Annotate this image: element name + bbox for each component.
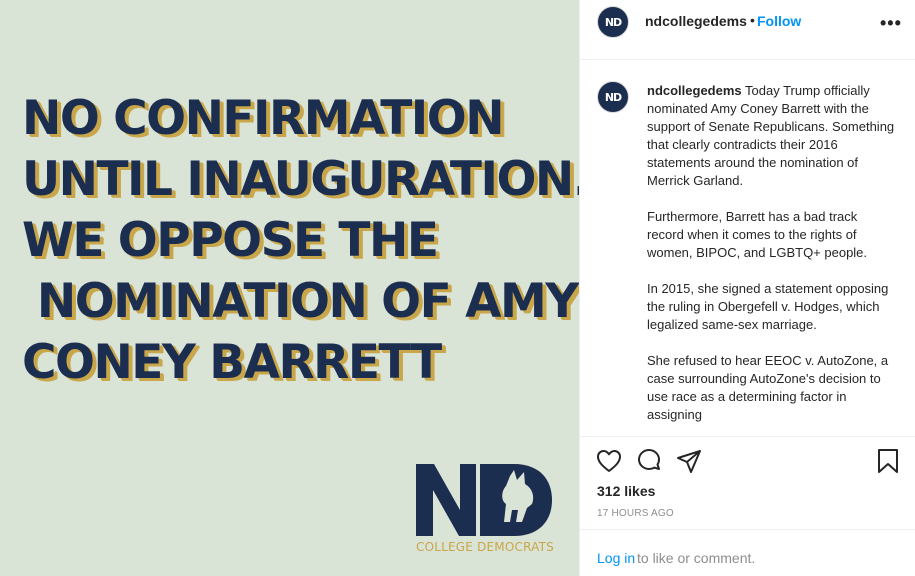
likes-count[interactable]: 312 likes (597, 483, 655, 499)
headline-line: UNTIL INAUGURATION. (22, 152, 579, 207)
caption-paragraph: Furthermore, Barrett has a bad track rec… (647, 209, 868, 260)
post-side-panel: ND ndcollegedems • Follow ••• ND ndcolle… (579, 0, 915, 576)
more-options-icon[interactable]: ••• (880, 13, 902, 34)
caption-text: ndcollegedems Today Trump officially nom… (647, 82, 895, 436)
headline-line: NOMINATION OF AMY (22, 274, 579, 329)
separator-dot: • (750, 12, 755, 28)
comment-icon[interactable] (635, 447, 663, 475)
headline-line: NO CONFIRMATION (22, 91, 505, 146)
login-link[interactable]: Log in (597, 550, 635, 566)
login-prompt: Log in to like or comment. (580, 529, 915, 576)
caption-paragraph: She refused to hear EEOC v. AutoZone, a … (647, 353, 889, 422)
post-actions: 312 likes 17 HOURS AGO (580, 436, 915, 529)
caption-username-link[interactable]: ndcollegedems (647, 83, 742, 98)
headline-line: WE OPPOSE THE (22, 213, 439, 268)
post-header: ND ndcollegedems • Follow ••• (580, 0, 915, 60)
caption-area[interactable]: ND ndcollegedems Today Trump officially … (580, 61, 915, 436)
follow-button[interactable]: Follow (757, 13, 801, 29)
logo-caption: COLLEGE DEMOCRATS (416, 540, 554, 554)
login-prompt-text: to like or comment. (637, 550, 756, 566)
avatar-text: ND (604, 15, 622, 29)
heart-icon[interactable] (595, 447, 623, 475)
avatar-text: ND (604, 90, 622, 104)
caption-paragraph: In 2015, she signed a statement opposing… (647, 281, 889, 332)
headline-line: CONEY BARRETT (22, 335, 442, 390)
header-username-link[interactable]: ndcollegedems (645, 13, 747, 29)
bookmark-icon[interactable] (874, 447, 902, 475)
avatar[interactable]: ND (597, 6, 629, 38)
post-timestamp[interactable]: 17 HOURS AGO (597, 508, 674, 519)
caption-avatar[interactable]: ND (597, 81, 629, 113)
share-icon[interactable] (675, 447, 703, 475)
post-image[interactable]: NO CONFIRMATION UNTIL INAUGURATION. WE O… (0, 0, 579, 576)
caption-paragraph: Today Trump officially nominated Amy Con… (647, 83, 895, 188)
post-headline: NO CONFIRMATION UNTIL INAUGURATION. WE O… (22, 88, 579, 393)
